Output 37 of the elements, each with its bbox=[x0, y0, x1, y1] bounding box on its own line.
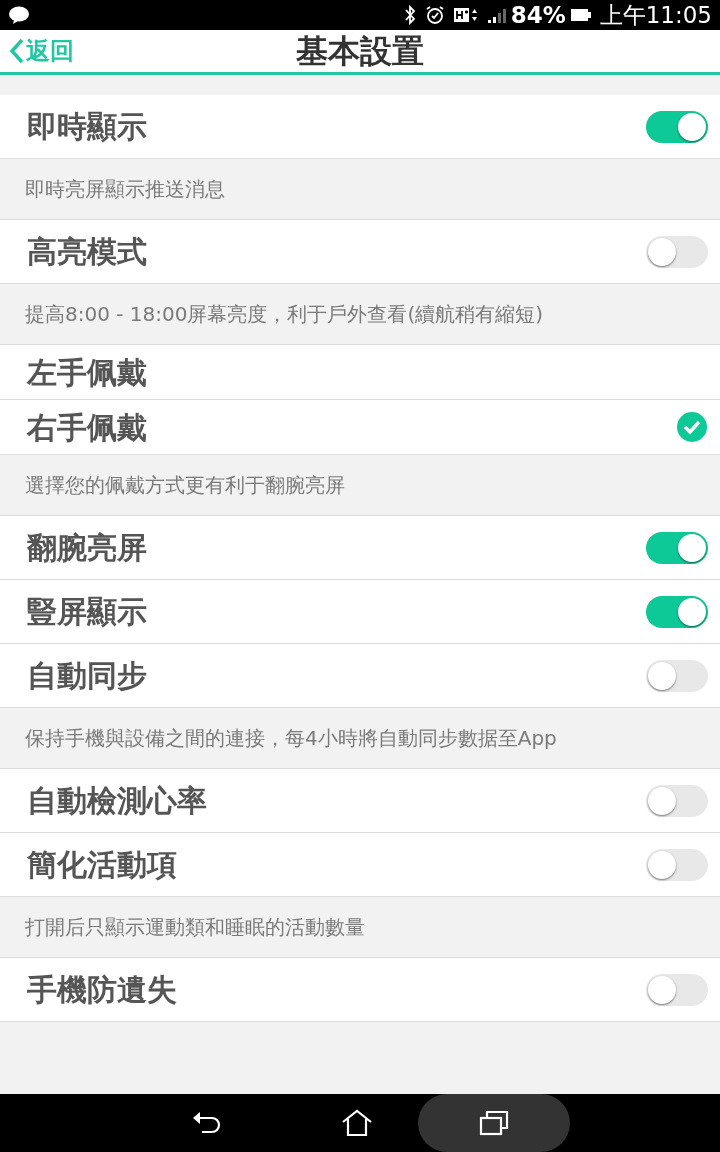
battery-icon bbox=[569, 6, 592, 24]
chevron-left-icon bbox=[8, 37, 26, 65]
clock-time: 上午11:05 bbox=[599, 0, 712, 30]
chat-bubble-icon bbox=[8, 6, 30, 24]
setting-label: 高亮模式 bbox=[27, 233, 147, 271]
recent-apps-icon bbox=[478, 1109, 510, 1137]
toggle-switch[interactable] bbox=[646, 659, 708, 692]
home-icon[interactable] bbox=[340, 1108, 374, 1138]
option-row[interactable]: 左手佩戴 bbox=[0, 345, 720, 400]
toggle-switch[interactable] bbox=[646, 110, 708, 143]
toggle-switch[interactable] bbox=[646, 531, 708, 564]
page-title: 基本設置 bbox=[296, 31, 424, 72]
setting-label: 豎屏顯示 bbox=[27, 593, 147, 631]
setting-label: 即時顯示 bbox=[27, 108, 147, 146]
toggle-switch[interactable] bbox=[646, 235, 708, 268]
battery-percent: 84% bbox=[510, 0, 566, 30]
setting-label: 左手佩戴 bbox=[27, 353, 147, 392]
setting-label: 自動檢測心率 bbox=[27, 782, 207, 820]
network-type-icon bbox=[452, 6, 479, 24]
toggle-switch[interactable] bbox=[646, 595, 708, 628]
setting-label: 簡化活動項 bbox=[27, 846, 177, 884]
section-note: 保持手機與設備之間的連接，每4小時將自動同步數据至App bbox=[25, 725, 557, 752]
bluetooth-icon bbox=[402, 5, 417, 25]
toggle-switch[interactable] bbox=[646, 784, 708, 817]
setting-label: 手機防遺失 bbox=[27, 971, 177, 1009]
section-note: 即時亮屏顯示推送消息 bbox=[25, 176, 225, 203]
section-note: 選擇您的佩戴方式更有利于翻腕亮屏 bbox=[25, 472, 345, 499]
section-note: 提高8:00 - 18:00屏幕亮度，利于戶外查看(續航稍有縮短) bbox=[25, 301, 544, 328]
alarm-icon bbox=[424, 5, 445, 25]
setting-label: 右手佩戴 bbox=[27, 408, 147, 447]
toggle-switch[interactable] bbox=[646, 973, 708, 1006]
signal-icon bbox=[486, 6, 507, 24]
setting-label: 翻腕亮屏 bbox=[27, 529, 147, 567]
setting-label: 自動同步 bbox=[27, 657, 147, 695]
option-row[interactable]: 右手佩戴 bbox=[0, 400, 720, 455]
section-note: 打開后只顯示運動類和睡眠的活動數量 bbox=[25, 914, 365, 941]
toggle-switch[interactable] bbox=[646, 848, 708, 881]
